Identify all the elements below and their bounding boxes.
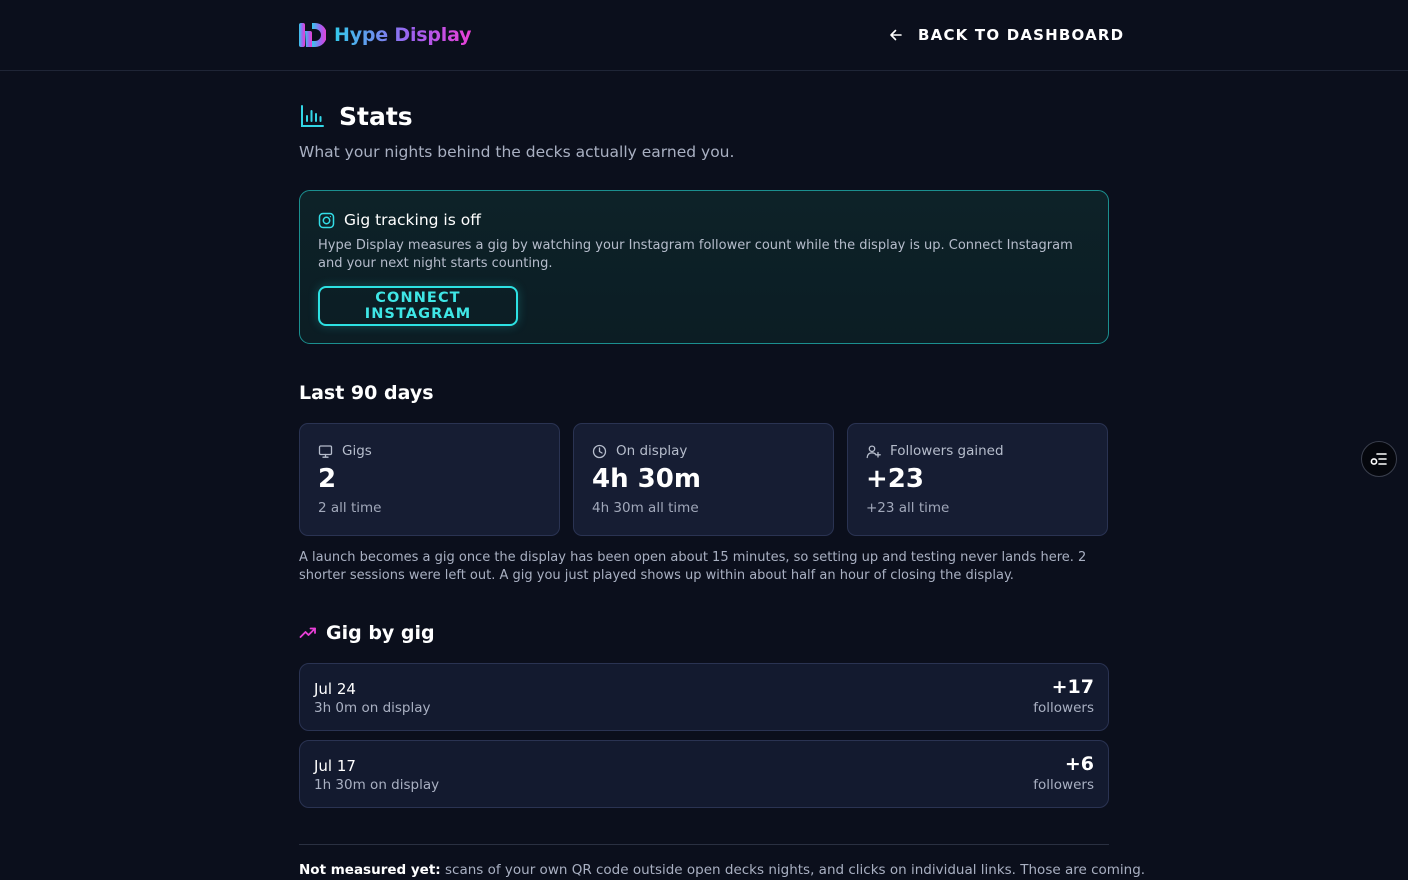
page-subtitle: What your nights behind the decks actual… (299, 143, 735, 161)
back-to-dashboard-button[interactable]: BACK TO DASHBOARD (888, 24, 1124, 46)
gig-follower-unit: followers (1033, 700, 1094, 716)
followers-gained-card: Followers gained +23 +23 all time (847, 423, 1108, 536)
gigs-value: 2 (318, 464, 337, 494)
on-display-card: On display 4h 30m 4h 30m all time (573, 423, 834, 536)
floating-menu-button[interactable] (1361, 441, 1397, 477)
connect-instagram-button[interactable]: CONNECT INSTAGRAM (318, 286, 518, 326)
gig-row[interactable]: Jul 17 1h 30m on display +6 followers (299, 740, 1109, 808)
instagram-icon (318, 212, 335, 228)
gig-row[interactable]: Jul 24 3h 0m on display +17 followers (299, 663, 1109, 731)
top-bar: Hype Display BACK TO DASHBOARD (0, 0, 1408, 71)
followers-gained-label: Followers gained (890, 443, 1004, 459)
alert-title: Gig tracking is off (344, 211, 481, 229)
list-settings-icon (1370, 453, 1387, 465)
summary-cards: Gigs 2 2 all time On display 4h 30m 4h 3… (299, 423, 1109, 536)
user-plus-icon (866, 444, 881, 458)
not-measured-note: Not measured yet: scans of your own QR c… (299, 862, 1145, 878)
gig-definition-note: A launch becomes a gig once the display … (299, 550, 1087, 583)
gigs-all-time: 2 all time (318, 500, 382, 516)
gig-follower-delta: +17 (1051, 676, 1094, 698)
summary-heading: Last 90 days (299, 382, 434, 404)
brand-name: Hype Display (334, 24, 472, 46)
gigs-card: Gigs 2 2 all time (299, 423, 560, 536)
card-label: Followers gained (866, 443, 1004, 459)
monitor-icon (318, 444, 333, 458)
gig-date: Jul 17 (314, 757, 356, 775)
not-measured-text: scans of your own QR code outside open d… (440, 862, 1146, 878)
gig-by-gig-heading: Gig by gig (299, 622, 435, 644)
card-label: On display (592, 443, 687, 459)
gig-duration: 3h 0m on display (314, 700, 431, 716)
gigs-label: Gigs (342, 443, 372, 459)
followers-all-time: +23 all time (866, 500, 950, 516)
on-display-value: 4h 30m (592, 464, 701, 494)
gig-date: Jul 24 (314, 680, 356, 698)
on-display-all-time: 4h 30m all time (592, 500, 699, 516)
arrow-left-icon (890, 29, 902, 41)
gig-follower-unit: followers (1033, 777, 1094, 793)
brand-logo[interactable]: Hype Display (299, 22, 472, 48)
card-label: Gigs (318, 443, 372, 459)
on-display-label: On display (616, 443, 688, 459)
alert-header: Gig tracking is off (318, 211, 481, 229)
followers-gained-value: +23 (866, 464, 924, 494)
page-title: Stats (339, 101, 413, 131)
bar-chart-icon (301, 105, 324, 127)
page-heading: Stats (299, 100, 413, 132)
gig-follower-delta: +6 (1064, 753, 1094, 775)
alert-description: Hype Display measures a gig by watching … (318, 238, 1073, 271)
logo-mark-icon (299, 23, 326, 47)
trending-up-icon (299, 627, 316, 638)
footer-divider (299, 844, 1109, 845)
not-measured-label: Not measured yet: (299, 862, 441, 878)
back-label: BACK TO DASHBOARD (918, 26, 1125, 44)
gig-by-gig-title: Gig by gig (326, 622, 435, 644)
clock-icon (592, 444, 607, 458)
gig-duration: 1h 30m on display (314, 777, 440, 793)
tracking-off-alert: Gig tracking is off Hype Display measure… (299, 190, 1109, 344)
